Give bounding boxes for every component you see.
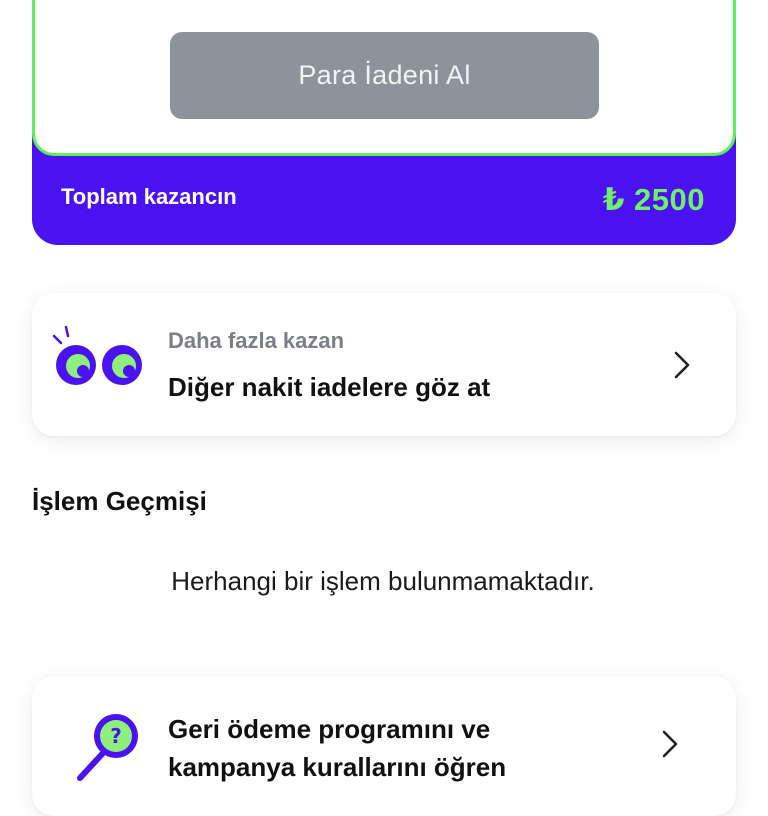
eyes-icon xyxy=(52,325,142,385)
get-refund-button[interactable]: Para İadeni Al xyxy=(170,32,599,119)
browse-title: Diğer nakit iadelere göz at xyxy=(168,372,491,402)
program-rules-card[interactable]: ? Geri ödeme programını ve kampanya kura… xyxy=(32,676,736,816)
earnings-card: Para İadeni Al Toplam kazancın ₺ 2500 xyxy=(32,0,736,245)
chevron-right-icon xyxy=(662,730,678,758)
rules-title-line2: kampanya kurallarını öğren xyxy=(168,752,507,782)
total-earnings-amount: ₺ 2500 xyxy=(602,182,705,217)
history-title: İşlem Geçmişi xyxy=(32,486,207,516)
rules-title: Geri ödeme programını ve kampanya kurall… xyxy=(168,710,628,786)
total-earnings-label: Toplam kazancın xyxy=(61,184,237,209)
history-empty-message: Herhangi bir işlem bulunmamaktadır. xyxy=(171,566,595,596)
chevron-right-icon xyxy=(674,351,690,379)
magnifier-question-icon: ? xyxy=(77,714,138,781)
earnings-card-top: Para İadeni Al xyxy=(32,0,736,156)
rules-title-line1: Geri ödeme programını ve xyxy=(168,714,491,744)
browse-subtitle: Daha fazla kazan xyxy=(168,328,345,353)
svg-text:?: ? xyxy=(110,724,122,748)
browse-cashbacks-card[interactable]: Daha fazla kazan Diğer nakit iadelere gö… xyxy=(32,293,736,436)
